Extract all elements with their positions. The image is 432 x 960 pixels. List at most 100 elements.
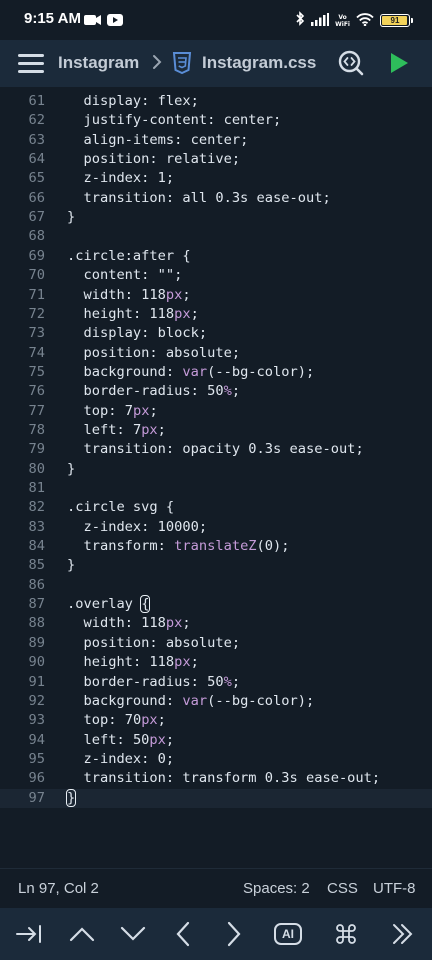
code-line[interactable]: 61 display: flex; <box>0 92 432 111</box>
code-line[interactable]: 70 content: ""; <box>0 266 432 285</box>
code-text[interactable]: } <box>67 556 75 575</box>
code-text[interactable]: position: relative; <box>67 150 240 169</box>
code-text[interactable]: .circle svg { <box>67 498 174 517</box>
arrow-left-icon[interactable] <box>168 920 198 948</box>
code-token: (--bg-color) <box>207 692 306 709</box>
code-text[interactable]: display: flex; <box>67 92 198 111</box>
cursor-position[interactable]: Ln 97, Col 2 <box>18 880 99 897</box>
code-text[interactable]: transition: opacity 0.3s ease-out; <box>67 440 363 459</box>
code-text[interactable]: top: 70px; <box>67 711 165 730</box>
code-text[interactable]: z-index: 10000; <box>67 518 207 537</box>
code-text[interactable]: } <box>65 788 77 808</box>
code-text[interactable]: border-radius: 50%; <box>67 382 240 401</box>
double-chevron-right-icon[interactable] <box>388 920 418 948</box>
code-line[interactable]: 72 height: 118px; <box>0 305 432 324</box>
code-text[interactable]: height: 118px; <box>67 305 198 324</box>
code-text[interactable]: z-index: 1; <box>67 169 174 188</box>
extra-keys-bar: AI <box>0 908 432 960</box>
code-text[interactable]: background: var(--bg-color); <box>67 692 314 711</box>
language-mode[interactable]: CSS <box>327 880 358 897</box>
breadcrumb-file[interactable]: Instagram.css <box>202 53 316 73</box>
code-line[interactable]: 94 left: 50px; <box>0 731 432 750</box>
search-icon[interactable] <box>337 49 365 81</box>
code-text[interactable]: } <box>67 460 75 479</box>
code-text[interactable]: justify-content: center; <box>67 111 281 130</box>
code-text[interactable]: top: 7px; <box>67 402 157 421</box>
code-text[interactable]: position: absolute; <box>67 344 240 363</box>
code-line[interactable]: 63 align-items: center; <box>0 131 432 150</box>
code-text[interactable]: left: 50px; <box>67 731 174 750</box>
code-line[interactable]: 66 transition: all 0.3s ease-out; <box>0 189 432 208</box>
code-line[interactable]: 79 transition: opacity 0.3s ease-out; <box>0 440 432 459</box>
code-line[interactable]: 92 background: var(--bg-color); <box>0 692 432 711</box>
code-line[interactable]: 67} <box>0 208 432 227</box>
play-icon[interactable] <box>388 51 410 79</box>
code-token: px <box>149 731 166 748</box>
code-line[interactable]: 90 height: 118px; <box>0 653 432 672</box>
code-token: border-radius <box>83 383 191 400</box>
code-text[interactable]: left: 7px; <box>67 421 165 440</box>
code-text[interactable]: .overlay { <box>67 595 151 614</box>
arrow-up-icon[interactable] <box>67 920 97 948</box>
code-token: : <box>174 131 191 148</box>
code-text[interactable]: transition: transform 0.3s ease-out; <box>67 769 380 788</box>
breadcrumb-project[interactable]: Instagram <box>58 53 139 73</box>
code-token: "" <box>157 267 175 284</box>
code-line[interactable]: 78 left: 7px; <box>0 421 432 440</box>
code-line[interactable]: 86 <box>0 576 432 595</box>
code-text[interactable]: transform: translateZ(0); <box>67 537 289 556</box>
code-text[interactable]: align-items: center; <box>67 131 248 150</box>
code-text[interactable]: .circle:after { <box>67 247 191 266</box>
code-line[interactable]: 91 border-radius: 50%; <box>0 673 432 692</box>
code-line[interactable]: 95 z-index: 0; <box>0 750 432 769</box>
code-text[interactable]: position: absolute; <box>67 634 240 653</box>
code-line[interactable]: 75 background: var(--bg-color); <box>0 363 432 382</box>
ai-key[interactable]: AI <box>274 923 302 945</box>
code-line[interactable]: 68 <box>0 227 432 246</box>
code-editor[interactable]: 61 display: flex; 62 justify-content: cen… <box>0 87 432 868</box>
code-line[interactable]: 81 <box>0 479 432 498</box>
code-line[interactable]: 77 top: 7px; <box>0 402 432 421</box>
code-line[interactable]: 93 top: 70px; <box>0 711 432 730</box>
tab-key-icon[interactable] <box>14 920 44 948</box>
code-line[interactable]: 87 .overlay { <box>0 595 432 614</box>
code-line[interactable]: 62 justify-content: center; <box>0 111 432 130</box>
code-line[interactable]: 64 position: relative; <box>0 150 432 169</box>
code-line[interactable]: 83 z-index: 10000; <box>0 518 432 537</box>
code-line[interactable]: 65 z-index: 1; <box>0 169 432 188</box>
command-key-icon[interactable] <box>331 920 361 948</box>
arrow-right-icon[interactable] <box>219 920 249 948</box>
menu-icon[interactable] <box>18 51 44 75</box>
code-text[interactable]: width: 118px; <box>67 286 190 305</box>
code-text[interactable]: content: ""; <box>67 266 182 285</box>
code-token: : <box>108 712 125 729</box>
code-line[interactable]: 73 display: block; <box>0 324 432 343</box>
code-line[interactable]: 97} <box>0 788 432 808</box>
file-encoding[interactable]: UTF-8 <box>373 880 416 897</box>
code-line[interactable]: 82 .circle svg { <box>0 498 432 517</box>
code-token: ; <box>165 750 175 767</box>
line-number: 63 <box>28 131 45 148</box>
code-line[interactable]: 76 border-radius: 50%; <box>0 382 432 401</box>
code-token: var <box>182 692 208 709</box>
code-text[interactable]: transition: all 0.3s ease-out; <box>67 189 330 208</box>
code-line[interactable]: 74 position: absolute; <box>0 344 432 363</box>
code-line[interactable]: 88 width: 118px; <box>0 614 432 633</box>
indentation-setting[interactable]: Spaces: 2 <box>243 880 310 897</box>
code-text[interactable]: display: block; <box>67 324 207 343</box>
code-text[interactable]: background: var(--bg-color); <box>67 363 314 382</box>
code-line[interactable]: 85} <box>0 556 432 575</box>
code-line[interactable]: 71 width: 118px; <box>0 286 432 305</box>
code-text[interactable]: border-radius: 50%; <box>67 673 240 692</box>
line-number: 87 <box>28 596 45 613</box>
arrow-down-icon[interactable] <box>118 920 148 948</box>
code-text[interactable]: z-index: 0; <box>67 750 174 769</box>
code-text[interactable]: height: 118px; <box>67 653 198 672</box>
code-line[interactable]: 89 position: absolute; <box>0 634 432 653</box>
code-text[interactable]: width: 118px; <box>67 614 190 633</box>
code-line[interactable]: 80} <box>0 460 432 479</box>
code-line[interactable]: 96 transition: transform 0.3s ease-out; <box>0 769 432 788</box>
code-line[interactable]: 84 transform: translateZ(0); <box>0 537 432 556</box>
code-line[interactable]: 69 .circle:after { <box>0 247 432 266</box>
code-text[interactable]: } <box>67 208 75 227</box>
